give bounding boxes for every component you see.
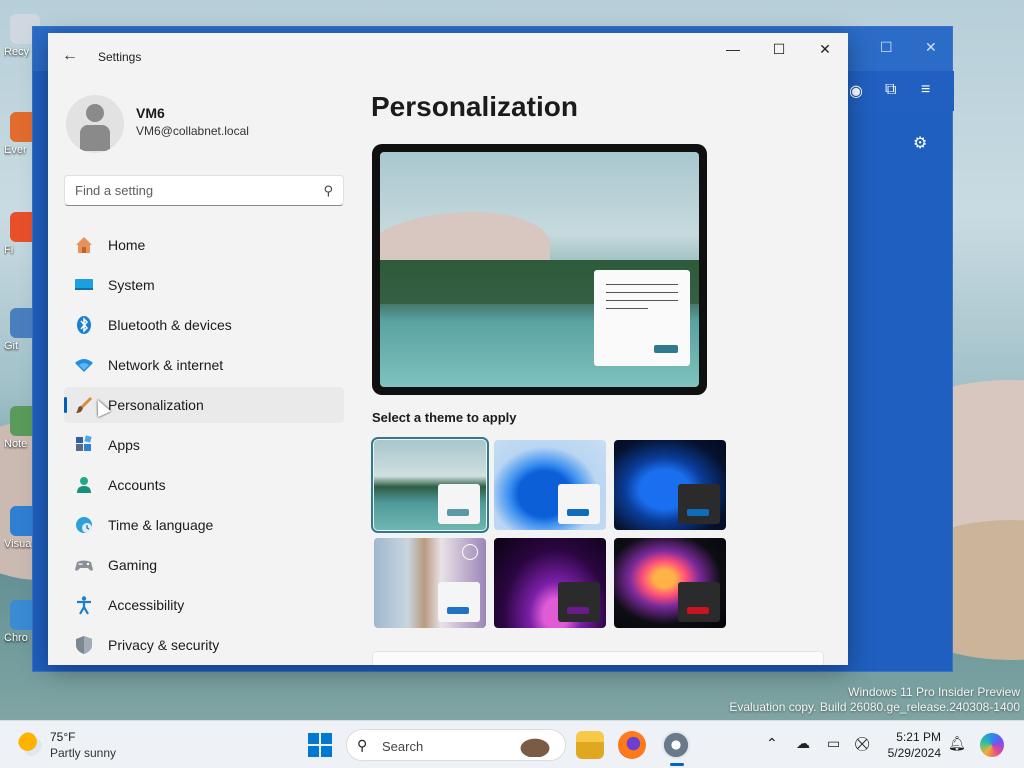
extensions-icon[interactable]: ⧉ — [885, 81, 896, 99]
sidebar-item-accessibility[interactable]: Accessibility — [64, 587, 344, 623]
evaluation-watermark: Windows 11 Pro Insider Preview Evaluatio… — [729, 685, 1020, 715]
sidebar-item-label: Personalization — [108, 397, 204, 413]
search-highlight-icon — [515, 735, 555, 757]
close-button[interactable]: ✕ — [802, 33, 848, 65]
weather-desc[interactable]: Partly sunny — [50, 746, 116, 760]
preview-wallpaper — [380, 152, 699, 387]
sidebar-item-bluetooth[interactable]: Bluetooth & devices — [64, 307, 344, 343]
back-button[interactable]: ← — [62, 47, 78, 65]
brush-icon — [76, 397, 92, 413]
cloud-off-icon[interactable]: ☁ — [796, 735, 810, 752]
search-box[interactable]: ⚲ — [64, 175, 344, 206]
background-window-toolbar: ◉ ⧉ ≡ — [849, 71, 954, 111]
selected-indicator — [64, 397, 67, 413]
weather-temp[interactable]: 75°F — [50, 730, 75, 744]
gear-icon[interactable]: ⚙ — [913, 133, 927, 153]
theme-tile-bloom-dark[interactable] — [614, 440, 726, 530]
titlebar: ← Settings — ☐ ✕ — [48, 33, 848, 81]
theme-tile-bloom-light[interactable] — [494, 440, 606, 530]
preview-window-sample — [594, 270, 690, 366]
watermark-line1: Windows 11 Pro Insider Preview — [848, 685, 1020, 699]
search-input[interactable] — [75, 183, 305, 198]
user-name: VM6 — [136, 105, 165, 121]
network-status-icon[interactable]: ⛒ — [855, 735, 869, 752]
window-title: Settings — [98, 50, 142, 64]
home-icon — [76, 237, 92, 253]
desktop-icon-label: Recy — [4, 46, 30, 58]
sidebar-item-home[interactable]: Home — [64, 227, 344, 263]
sidebar-item-system[interactable]: System — [64, 267, 344, 303]
display-icon[interactable]: ▭ — [827, 735, 840, 752]
clock-date[interactable]: 5/29/2024 — [885, 746, 941, 760]
sidebar-item-network[interactable]: Network & internet — [64, 347, 344, 383]
spotlight-icon — [462, 544, 478, 560]
desktop-icon-label: Note — [4, 438, 28, 450]
sidebar-item-label: Home — [108, 237, 146, 253]
close-icon[interactable]: ✕ — [925, 39, 937, 56]
sidebar-nav: Home System Bluetooth & devices Network … — [64, 227, 344, 665]
sidebar-item-label: Privacy & security — [108, 637, 220, 653]
start-button[interactable] — [308, 733, 332, 757]
shield-icon — [76, 636, 92, 654]
sidebar-item-gaming[interactable]: Gaming — [64, 547, 344, 583]
accessibility-icon — [77, 596, 91, 615]
clock-time[interactable]: 5:21 PM — [885, 730, 941, 744]
theme-tile-lake[interactable] — [371, 437, 489, 533]
user-email: VM6@collabnet.local — [136, 124, 249, 138]
apps-icon — [76, 435, 92, 451]
taskbar: 75°F Partly sunny ⚲ Search ⌃ ☁ ▭ ⛒ 5:21 … — [0, 720, 1024, 768]
taskbar-search-label: Search — [382, 739, 424, 754]
search-icon[interactable]: ⚲ — [323, 183, 333, 199]
sidebar-item-accounts[interactable]: Accounts — [64, 467, 344, 503]
chevron-up-icon[interactable]: ⌃ — [766, 735, 778, 752]
copilot-icon[interactable] — [980, 733, 1004, 757]
profile-icon[interactable]: ◉ — [849, 81, 863, 101]
controller-icon — [75, 560, 93, 571]
file-explorer-icon[interactable] — [576, 731, 604, 759]
settings-app-icon[interactable] — [662, 731, 690, 766]
sidebar-item-privacy-security[interactable]: Privacy & security — [64, 627, 344, 663]
maximize-button[interactable]: ☐ — [756, 33, 802, 65]
theme-tile-captured-motion[interactable] — [614, 538, 726, 628]
sidebar-item-apps[interactable]: Apps — [64, 427, 344, 463]
sidebar-item-label: Bluetooth & devices — [108, 317, 232, 333]
settings-window: ← Settings — ☐ ✕ VM6 VM6@collabnet.local… — [48, 33, 848, 665]
minimize-button[interactable]: — — [710, 33, 756, 65]
theme-preview — [372, 144, 707, 395]
theme-tile-glow[interactable] — [494, 538, 606, 628]
sidebar-item-label: Time & language — [108, 517, 214, 533]
sidebar-item-label: Accessibility — [108, 597, 185, 613]
system-icon — [75, 279, 93, 290]
desktop-icon-label: Chro — [4, 632, 28, 644]
desktop-icon-label: Ever — [4, 144, 27, 156]
desktop-icon-label: Fi — [4, 244, 14, 256]
bluetooth-icon — [77, 316, 91, 334]
taskbar-search[interactable]: ⚲ Search — [346, 729, 566, 761]
weather-icon[interactable] — [18, 732, 42, 756]
globe-clock-icon — [76, 517, 92, 533]
settings-card[interactable] — [372, 651, 824, 665]
wifi-icon — [75, 359, 93, 372]
person-icon — [77, 477, 91, 493]
page-title: Personalization — [371, 91, 578, 122]
avatar[interactable] — [66, 95, 124, 153]
sidebar-item-label: Accounts — [108, 477, 166, 493]
bell-icon[interactable]: 🔔︎ — [948, 735, 966, 752]
sidebar-item-time-language[interactable]: Time & language — [64, 507, 344, 543]
sidebar-item-label: Network & internet — [108, 357, 224, 373]
desktop-icon-label: Git — [4, 340, 19, 352]
theme-section-heading: Select a theme to apply — [372, 410, 517, 425]
sidebar-item-label: System — [108, 277, 155, 293]
firefox-icon[interactable] — [618, 731, 646, 759]
menu-icon[interactable]: ≡ — [921, 81, 930, 99]
search-icon: ⚲ — [357, 737, 368, 753]
sidebar-item-label: Apps — [108, 437, 140, 453]
maximize-icon[interactable]: ☐ — [880, 39, 893, 56]
watermark-line2: Evaluation copy. Build 26080.ge_release.… — [729, 700, 1020, 714]
theme-tile-spotlight[interactable] — [374, 538, 486, 628]
sidebar-item-label: Gaming — [108, 557, 158, 573]
